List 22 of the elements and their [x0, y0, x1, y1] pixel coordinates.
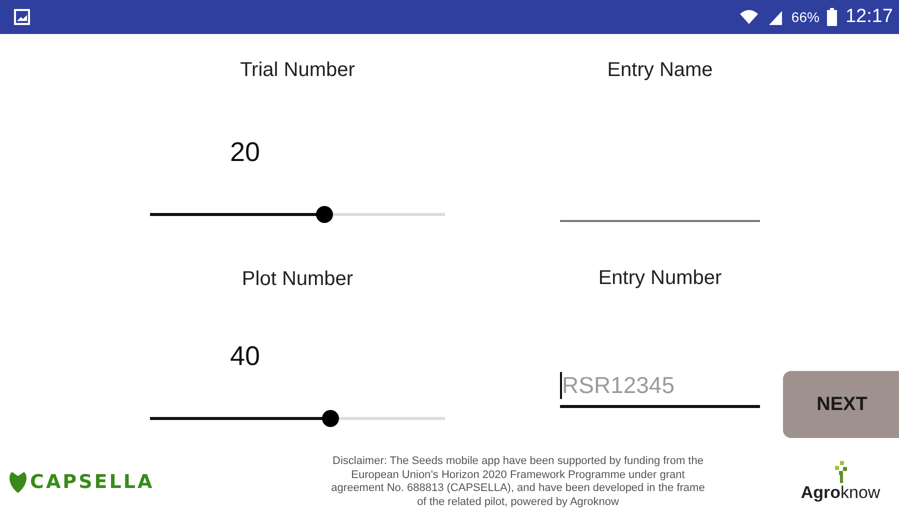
disclaimer-text: Disclaimer: The Seeds mobile app have been supported by funding from the European Union’s Horizon 2020 Framework Programme under grant agreement No. 688813 (CAPSELLA), and have been developed in the frame of the related pilot, powered by Agroknow — [330, 455, 706, 510]
plot-number-value: 40 — [230, 341, 262, 372]
wifi-icon — [739, 8, 760, 26]
entry-name-label: Entry Name — [606, 59, 714, 82]
slider[interactable] — [150, 206, 445, 224]
next-button[interactable]: NEXT — [783, 371, 899, 438]
slider[interactable] — [150, 410, 445, 428]
slider-thumb[interactable] — [316, 206, 334, 224]
agroknow-logo: Agroknow — [800, 483, 880, 504]
trial-number-value: 20 — [230, 137, 262, 168]
battery-percent: 66% — [791, 9, 820, 26]
leaf-icon — [8, 471, 28, 494]
entry-number-label: Entry Number — [597, 267, 723, 290]
plot-number-label: Plot Number — [240, 268, 354, 292]
entry-name-field[interactable] — [560, 220, 760, 222]
trial-number-label: Trial Number — [239, 59, 356, 82]
signal-icon — [767, 9, 784, 26]
capsella-logo: CAPSELLA — [30, 471, 154, 494]
battery-icon — [827, 8, 838, 26]
image-icon — [14, 9, 30, 26]
slider-thumb[interactable] — [322, 410, 339, 428]
clock: 12:17 — [845, 6, 893, 28]
